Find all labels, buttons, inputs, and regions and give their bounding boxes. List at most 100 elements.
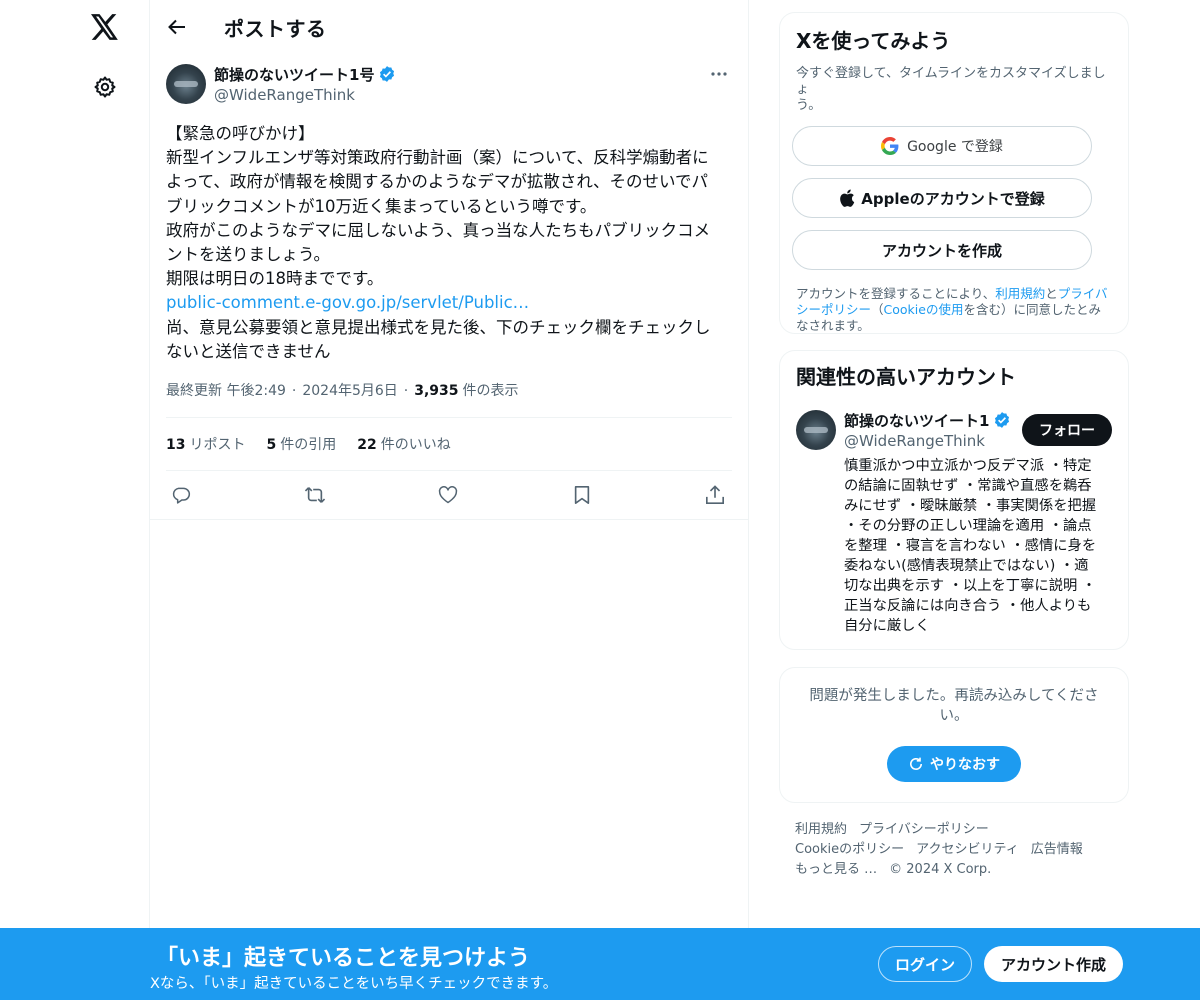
main-column: ポストする 節操のないツイート1号 @WideRangeThink 【緊急の呼び… xyxy=(149,0,749,1000)
post-stats: 13 リポスト 5 件の引用 22 件のいいね xyxy=(166,418,732,470)
avatar[interactable] xyxy=(796,410,836,450)
post-author-row: 節操のないツイート1号 @WideRangeThink xyxy=(166,64,732,106)
views-count: 3,935 xyxy=(414,383,459,400)
follow-button[interactable]: フォロー xyxy=(1022,414,1112,446)
cookie-link[interactable]: Cookieの使用 xyxy=(884,302,964,317)
post-link[interactable]: public-comment.e-gov.go.jp/servlet/Publi… xyxy=(166,291,732,315)
related-account-item[interactable]: 節操のないツイート1 @WideRangeThink 慎重派かつ中立派かつ反デマ… xyxy=(796,410,1112,636)
post-line: よって、政府が情報を検閲するかのようなデマが拡散され、そのせいでパ xyxy=(166,172,709,192)
author-handle[interactable]: @WideRangeThink xyxy=(214,84,396,106)
left-nav xyxy=(0,0,150,1000)
footer-more-link[interactable]: もっと見る … xyxy=(795,862,877,877)
views-label: 件の表示 xyxy=(462,383,519,400)
bio-line: 正当な反論には向き合う ・他人よりも xyxy=(844,598,1092,614)
signup-subtitle-line: う。 xyxy=(796,98,822,113)
avatar[interactable] xyxy=(166,64,206,104)
likes-count: 22 xyxy=(357,437,377,454)
reposts-label: リポスト xyxy=(189,437,246,454)
legal-text: （ xyxy=(871,302,884,317)
footer-privacy-link[interactable]: プライバシーポリシー xyxy=(859,822,989,837)
post-line: ブリックコメントが10万近く集まっているという噂です。 xyxy=(166,196,597,216)
privacy-link[interactable]: シーポリシー xyxy=(796,302,871,317)
quotes-stat[interactable]: 5 件の引用 xyxy=(266,434,336,454)
settings-gear-icon[interactable] xyxy=(91,73,119,101)
reposts-count: 13 xyxy=(166,437,186,454)
footer-accessibility-link[interactable]: アクセシビリティ xyxy=(916,842,1019,857)
reposts-stat[interactable]: 13 リポスト xyxy=(166,434,245,454)
apple-signup-button[interactable]: Appleのアカウントで登録 xyxy=(792,178,1092,218)
bio-line: ・その分野の正しい理論を適用 ・論点 xyxy=(844,518,1092,534)
refresh-icon xyxy=(910,757,922,770)
post-line: 新型インフルエンザ等対策政府行動計画（案）について、反科学煽動者に xyxy=(166,148,709,168)
bookmark-icon[interactable] xyxy=(571,484,593,506)
related-account-bio: 慎重派かつ中立派かつ反デマ派 ・特定 の結論に固執せず ・常識や直感を鵜呑 みに… xyxy=(844,456,1106,636)
post-line: ないと送信できません xyxy=(166,341,331,361)
error-card: 問題が発生しました。再読み込みしてくださ い。 やりなおす xyxy=(779,667,1129,803)
google-signup-label: Google で登録 xyxy=(907,139,1003,155)
footer-copyright: © 2024 X Corp. xyxy=(889,862,992,877)
meta-separator: · xyxy=(403,383,409,400)
page-header: ポストする xyxy=(150,0,748,54)
privacy-link[interactable]: プライバ xyxy=(1058,286,1108,301)
verified-badge-icon xyxy=(995,412,1010,428)
post-detail: 節操のないツイート1号 @WideRangeThink 【緊急の呼びかけ】 新型… xyxy=(150,54,748,521)
post-date[interactable]: 2024年5月6日 xyxy=(302,378,397,404)
likes-label: 件のいいね xyxy=(380,437,451,454)
quotes-count: 5 xyxy=(266,437,277,454)
footer-links: 利用規約 プライバシーポリシー Cookieのポリシー アクセシビリティ 広告情報 も… xyxy=(795,820,1125,880)
bottom-signup-banner: 「いま」起きていることを見つけよう Xなら、「いま」起きていることをいち早くチェ… xyxy=(0,928,1200,1000)
reply-icon[interactable] xyxy=(170,484,192,506)
error-line: 問題が発生しました。再読み込みしてくださ xyxy=(809,688,1099,704)
terms-link[interactable]: 利用規約 xyxy=(995,286,1045,301)
retry-button[interactable]: やりなおす xyxy=(887,746,1021,782)
signup-card: Xを使ってみよう 今すぐ登録して、タイムラインをカスタマイズしましょ う。 Go… xyxy=(779,12,1129,334)
login-button[interactable]: ログイン xyxy=(878,946,972,982)
error-message: 問題が発生しました。再読み込みしてくださ い。 xyxy=(796,686,1112,726)
post-line: 尚、意見公募要領と意見提出様式を見た後、下のチェック欄をチェックし xyxy=(166,317,711,337)
post-body: 【緊急の呼びかけ】 新型インフルエンザ等対策政府行動計画（案）について、反科学煽… xyxy=(166,122,732,364)
post-meta: 最終更新 午後2:49 · 2024年5月6日 · 3,935 件の表示 xyxy=(166,378,732,404)
related-account-name[interactable]: 節操のないツイート1 xyxy=(844,410,989,431)
author-name[interactable]: 節操のないツイート1号 xyxy=(214,64,374,85)
share-icon[interactable] xyxy=(704,484,726,506)
post-updated-time[interactable]: 最終更新 午後2:49 xyxy=(166,378,286,404)
apple-signup-label: Appleのアカウントで登録 xyxy=(861,189,1045,208)
back-arrow-icon[interactable] xyxy=(166,16,188,38)
likes-stat[interactable]: 22 件のいいね xyxy=(357,434,450,454)
related-accounts-card: 関連性の高いアカウント 節操のないツイート1 @WideRangeThink 慎… xyxy=(779,350,1129,650)
x-logo-icon[interactable] xyxy=(88,10,122,44)
footer-ads-link[interactable]: 広告情報 xyxy=(1031,842,1083,857)
legal-text: なされます。 xyxy=(796,318,870,333)
footer-terms-link[interactable]: 利用規約 xyxy=(795,822,847,837)
bio-line: 慎重派かつ中立派かつ反デマ派 ・特定 xyxy=(844,458,1092,474)
verified-badge-icon xyxy=(380,66,395,82)
bio-line: みにせず ・曖昧厳禁 ・事実関係を把握 xyxy=(844,498,1097,514)
footer-cookie-link[interactable]: Cookieのポリシー xyxy=(795,842,904,857)
repost-icon[interactable] xyxy=(304,484,326,506)
banner-subtitle: Xなら、「いま」起きていることをいち早くチェックできます。 xyxy=(150,976,558,992)
error-line: い。 xyxy=(939,708,969,724)
related-title: 関連性の高いアカウント xyxy=(796,365,1016,389)
post-line: 期限は明日の18時までです。 xyxy=(166,269,384,289)
legal-text: と xyxy=(1045,286,1058,301)
page-title: ポストする xyxy=(224,16,327,41)
post-actions xyxy=(166,471,732,519)
like-heart-icon[interactable] xyxy=(437,484,459,506)
legal-text: を含む）に同意したとみ xyxy=(963,302,1101,317)
signup-subtitle-line: 今すぐ登録して、タイムラインをカスタマイズしましょ xyxy=(796,66,1106,97)
bio-line: 自分に厳しく xyxy=(844,618,930,634)
more-options-icon[interactable] xyxy=(708,66,730,82)
google-logo-icon xyxy=(881,137,899,155)
bio-line: 委ねない(感情表現禁止ではない) ・適 xyxy=(844,558,1089,574)
post-line: 【緊急の呼びかけ】 xyxy=(166,124,315,143)
bio-line: を整理 ・寝言を言わない ・感情に身を xyxy=(844,538,1097,554)
quotes-label: 件の引用 xyxy=(280,437,337,454)
signup-subtitle: 今すぐ登録して、タイムラインをカスタマイズしましょ う。 xyxy=(796,66,1112,114)
google-signup-button[interactable]: Google で登録 xyxy=(792,126,1092,166)
banner-title: 「いま」起きていることを見つけよう xyxy=(156,946,531,971)
create-account-button[interactable]: アカウントを作成 xyxy=(792,230,1092,270)
divider xyxy=(150,519,748,521)
meta-separator: · xyxy=(291,383,297,400)
signup-legal-text: アカウントを登録することにより、利用規約とプライバ シーポリシー（Cookieの… xyxy=(796,286,1112,334)
banner-create-account-button[interactable]: アカウント作成 xyxy=(984,946,1123,982)
